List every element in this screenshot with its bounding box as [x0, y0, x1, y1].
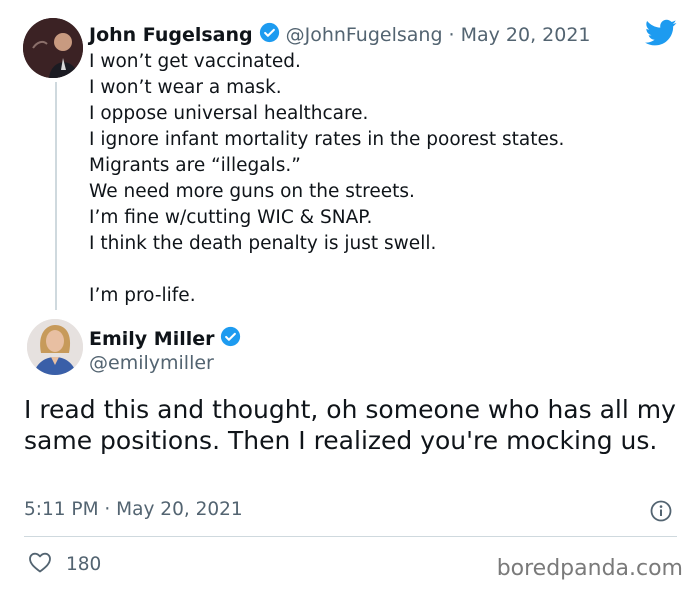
quoted-tweet-header: John Fugelsang @JohnFugelsang · May 20, …	[89, 22, 591, 47]
watermark: boredpanda.com	[496, 556, 683, 581]
quoted-line: I think the death penalty is just swell.	[89, 233, 437, 254]
reply-timestamp[interactable]: 5:11 PM · May 20, 2021	[24, 499, 243, 520]
like-count: 180	[66, 554, 102, 575]
quoted-line: I’m fine w/cutting WIC & SNAP.	[89, 207, 373, 228]
quoted-tweet-date[interactable]: May 20, 2021	[461, 24, 591, 46]
quoted-line-blank	[89, 257, 564, 283]
reply-author-row: Emily Miller	[89, 326, 241, 351]
quoted-line: I ignore infant mortality rates in the p…	[89, 129, 565, 150]
quoted-author-name[interactable]: John Fugelsang	[89, 24, 253, 46]
quoted-line: I oppose universal healthcare.	[89, 103, 369, 124]
quoted-tweet-body: I won’t get vaccinated. I won’t wear a m…	[89, 49, 564, 309]
reply-tweet-text: I read this and thought, oh someone who …	[24, 395, 676, 455]
verified-badge-icon	[259, 22, 280, 47]
verified-badge-icon	[220, 326, 241, 351]
twitter-bird-icon[interactable]	[645, 19, 677, 47]
quoted-line: We need more guns on the streets.	[89, 181, 415, 202]
quoted-line: I’m pro-life.	[89, 285, 196, 306]
divider	[24, 536, 677, 537]
quoted-author-handle[interactable]: @JohnFugelsang	[286, 24, 443, 46]
like-action[interactable]: 180	[28, 551, 101, 578]
info-icon[interactable]	[650, 500, 672, 522]
header-separator: ·	[448, 23, 455, 46]
emily-avatar[interactable]	[27, 319, 83, 375]
quoted-line: I won’t wear a mask.	[89, 77, 282, 98]
john-avatar[interactable]	[23, 18, 83, 78]
reply-author-handle[interactable]: @emilymiller	[89, 352, 214, 374]
thread-connector-line	[55, 82, 57, 310]
heart-icon[interactable]	[28, 551, 52, 578]
quoted-line: Migrants are “illegals.”	[89, 155, 301, 176]
quoted-line: I won’t get vaccinated.	[89, 51, 301, 72]
reply-author-name[interactable]: Emily Miller	[89, 328, 215, 350]
